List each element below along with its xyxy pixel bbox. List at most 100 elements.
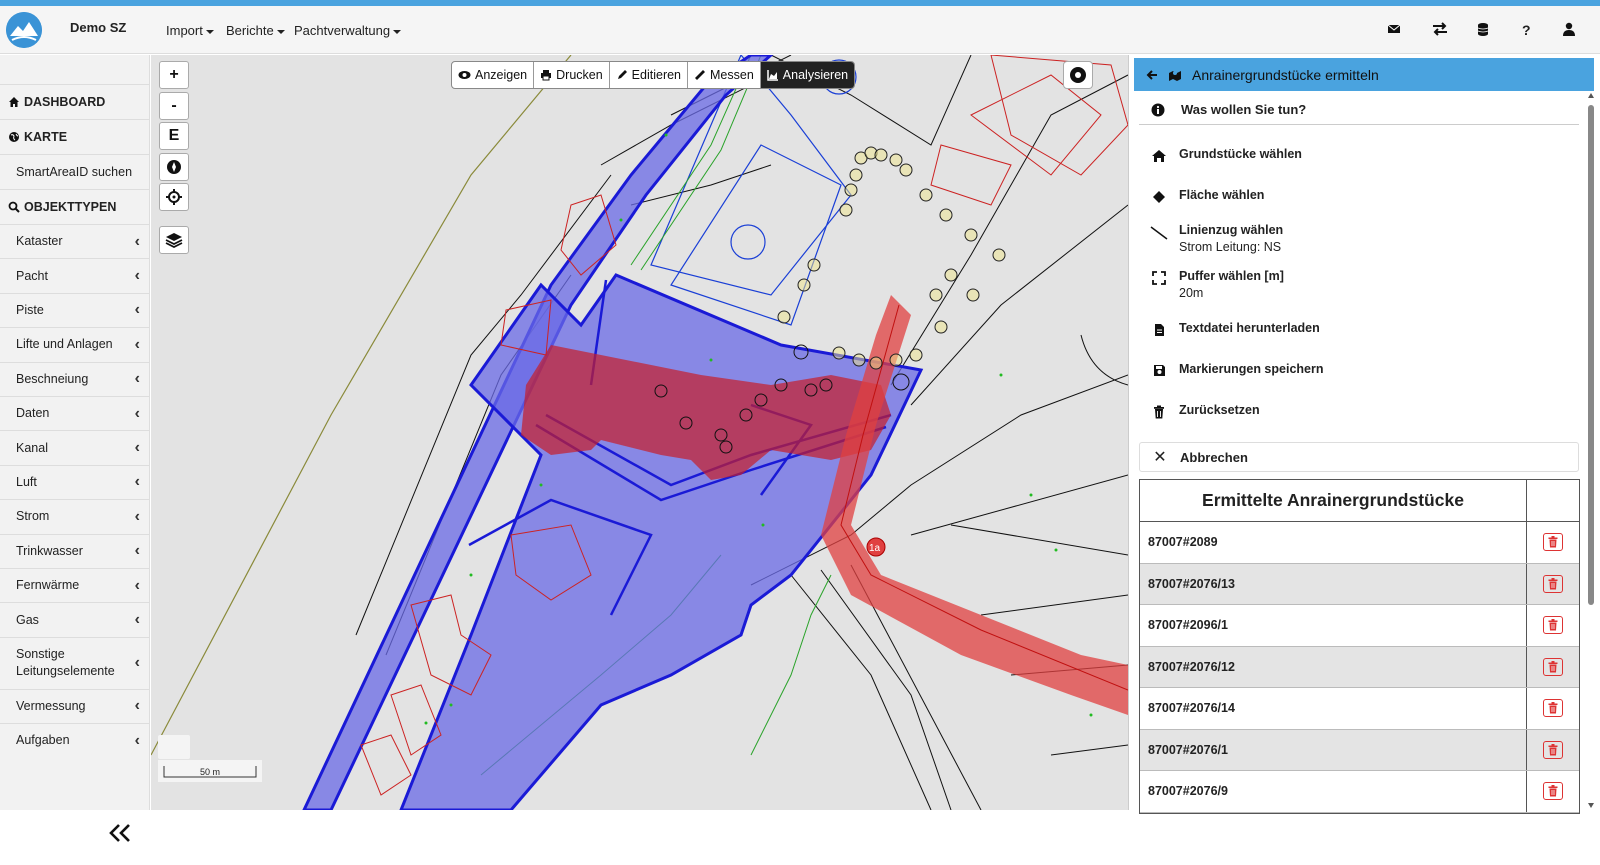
sidebar-item-karte[interactable]: KARTE [0, 119, 150, 154]
scale-bar: 50 m [158, 760, 262, 782]
compass-icon [167, 160, 181, 174]
arrow-left-icon[interactable] [1146, 69, 1158, 81]
tool-label: Messen [710, 68, 754, 82]
sidebar-item-objekttyp[interactable]: Strom ‹ [0, 499, 150, 533]
option-puffer[interactable]: Puffer wählen [m] 20m [1139, 269, 1579, 300]
panel-header: Anrainergrundstücke ermitteln [1134, 58, 1594, 91]
sidebar-item-label: OBJEKTTYPEN [24, 200, 117, 214]
envelope-icon[interactable] [1387, 22, 1403, 38]
parcel-id: 87007#2076/12 [1140, 646, 1527, 687]
menu-berichte[interactable]: Berichte [226, 23, 285, 38]
tool-anzeigen-button[interactable]: Anzeigen [452, 62, 535, 88]
zoom-out-button[interactable]: - [159, 92, 189, 120]
sidebar-item-label: SmartAreaID suchen [16, 165, 133, 179]
sidebar-item-label: Gas [16, 612, 39, 627]
sidebar-item-objekttyp[interactable]: Beschneiung ‹ [0, 361, 150, 396]
help-icon[interactable]: ? [1522, 22, 1538, 38]
layers-icon [165, 233, 183, 249]
dot-circle-icon [1070, 67, 1086, 83]
table-body: 87007#2089 87007#2076/13 87007#2096/1 87007… [1140, 522, 1579, 813]
delete-row-button[interactable] [1543, 533, 1563, 552]
sidebar-item-objekttyp[interactable]: Kataster ‹ [0, 224, 150, 258]
table-row: 87007#2076/14 [1140, 688, 1579, 730]
sidebar-item-objekttyp[interactable]: Piste ‹ [0, 292, 150, 327]
option-linienzug[interactable]: Linienzug wählen Strom Leitung: NS [1139, 223, 1579, 254]
map-record-button[interactable] [1063, 61, 1093, 89]
sidebar-item-objekttyp[interactable]: Kanal ‹ [0, 430, 150, 464]
sidebar-item-dashboard[interactable]: DASHBOARD [0, 84, 150, 119]
compass-button[interactable] [159, 153, 189, 181]
delete-row-button[interactable] [1543, 616, 1563, 635]
sidebar-item-objekttyp[interactable]: Lifte und Anlagen ‹ [0, 327, 150, 361]
sidebar-item-objekttyp[interactable]: Luft ‹ [0, 464, 150, 499]
results-table: Ermittelte Anrainergrundstücke 87007#208… [1139, 479, 1580, 814]
sidebar-item-label: Aufgaben [16, 733, 70, 748]
home-icon [9, 97, 19, 107]
delete-row-button[interactable] [1543, 574, 1563, 593]
pencil-icon [617, 70, 627, 79]
menu-import[interactable]: Import [166, 23, 214, 38]
table-row: 87007#2076/13 [1140, 563, 1579, 605]
save-icon [1153, 365, 1165, 376]
option-textdatei[interactable]: Textdatei herunterladen [1139, 321, 1579, 337]
map-view[interactable]: 1a + - E Anzeigen Drucken Editieren Mess… [151, 55, 1128, 810]
delete-row-button[interactable] [1543, 657, 1563, 676]
sidebar-item-smartarea[interactable]: SmartAreaID suchen [0, 154, 150, 189]
diamond-icon [1153, 191, 1165, 203]
sidebar-item-label: Strom [16, 509, 50, 524]
trash-icon [1548, 785, 1558, 797]
user-icon[interactable] [1562, 22, 1578, 38]
map-toolbar: Anzeigen Drucken Editieren Messen Analys… [451, 61, 856, 89]
sidebar-collapse-button[interactable] [0, 815, 150, 865]
locate-button[interactable] [159, 183, 189, 211]
sidebar-item-objekttyp[interactable]: Pacht ‹ [0, 258, 150, 292]
layers-button[interactable] [159, 226, 189, 254]
sidebar-item-objekttyp[interactable]: Aufgaben ‹ [0, 723, 150, 757]
chevron-left-icon: ‹ [134, 576, 140, 594]
globe-icon [9, 132, 19, 142]
ruler-icon [695, 70, 706, 80]
option-grundstuecke[interactable]: Grundstücke wählen [1139, 147, 1579, 163]
database-icon[interactable] [1477, 22, 1493, 38]
app-logo[interactable] [6, 12, 42, 48]
sidebar-item-objekttyp[interactable]: Gas ‹ [0, 602, 150, 636]
table-row: 87007#2076/1 [1140, 729, 1579, 771]
parcel-id: 87007#2076/13 [1140, 563, 1527, 604]
sidebar-item-objekttyp[interactable]: Fernwärme ‹ [0, 568, 150, 602]
tool-messen-button[interactable]: Messen [688, 62, 761, 88]
sidebar-item-objekttypen[interactable]: OBJEKTTYPEN [0, 189, 150, 224]
sidebar-item-objekttyp[interactable]: Trinkwasser ‹ [0, 533, 150, 568]
zoom-in-button[interactable]: + [159, 61, 189, 89]
eye-icon [458, 71, 471, 79]
parcel-id: 87007#2096/1 [1140, 605, 1527, 646]
question-row: Was wollen Sie tun? [1139, 95, 1579, 125]
analysis-panel: Anrainergrundstücke ermitteln Was wollen… [1128, 55, 1600, 814]
table-row: 87007#2076/9 [1140, 771, 1579, 813]
row-action-cell [1527, 688, 1579, 729]
tool-drucken-button[interactable]: Drucken [534, 62, 610, 88]
area-chart-icon [767, 70, 778, 81]
table-header: Ermittelte Anrainergrundstücke [1140, 480, 1579, 522]
e-button[interactable]: E [159, 122, 189, 150]
map-marked-icon [1169, 70, 1181, 81]
tool-editieren-button[interactable]: Editieren [610, 62, 689, 88]
delete-row-button[interactable] [1543, 782, 1563, 801]
option-markierungen[interactable]: Markierungen speichern [1139, 362, 1579, 377]
tool-label: Analysieren [782, 68, 849, 82]
panel-scrollbar[interactable] [1587, 93, 1595, 808]
option-flaeche[interactable]: Fläche wählen [1139, 188, 1579, 204]
map-canvas[interactable]: 1a [151, 55, 1128, 810]
delete-row-button[interactable] [1543, 699, 1563, 718]
map-minimap-toggle[interactable] [158, 735, 190, 759]
row-action-cell [1527, 771, 1579, 812]
expand-icon [1152, 271, 1166, 285]
sidebar-item-objekttyp[interactable]: Daten ‹ [0, 396, 150, 430]
tool-analysieren-button[interactable]: Analysieren [760, 62, 855, 88]
delete-row-button[interactable] [1543, 740, 1563, 759]
exchange-icon[interactable] [1432, 22, 1448, 38]
sidebar-item-objekttyp[interactable]: Vermessung ‹ [0, 688, 150, 723]
option-zuruecksetzen[interactable]: Zurücksetzen [1139, 403, 1579, 419]
menu-pachtverwaltung[interactable]: Pachtverwaltung [294, 23, 402, 38]
cancel-button[interactable]: ✕ Abbrechen [1139, 442, 1579, 472]
sidebar-item-objekttyp[interactable]: Sonstige Leitungselemente ‹ [0, 636, 150, 689]
